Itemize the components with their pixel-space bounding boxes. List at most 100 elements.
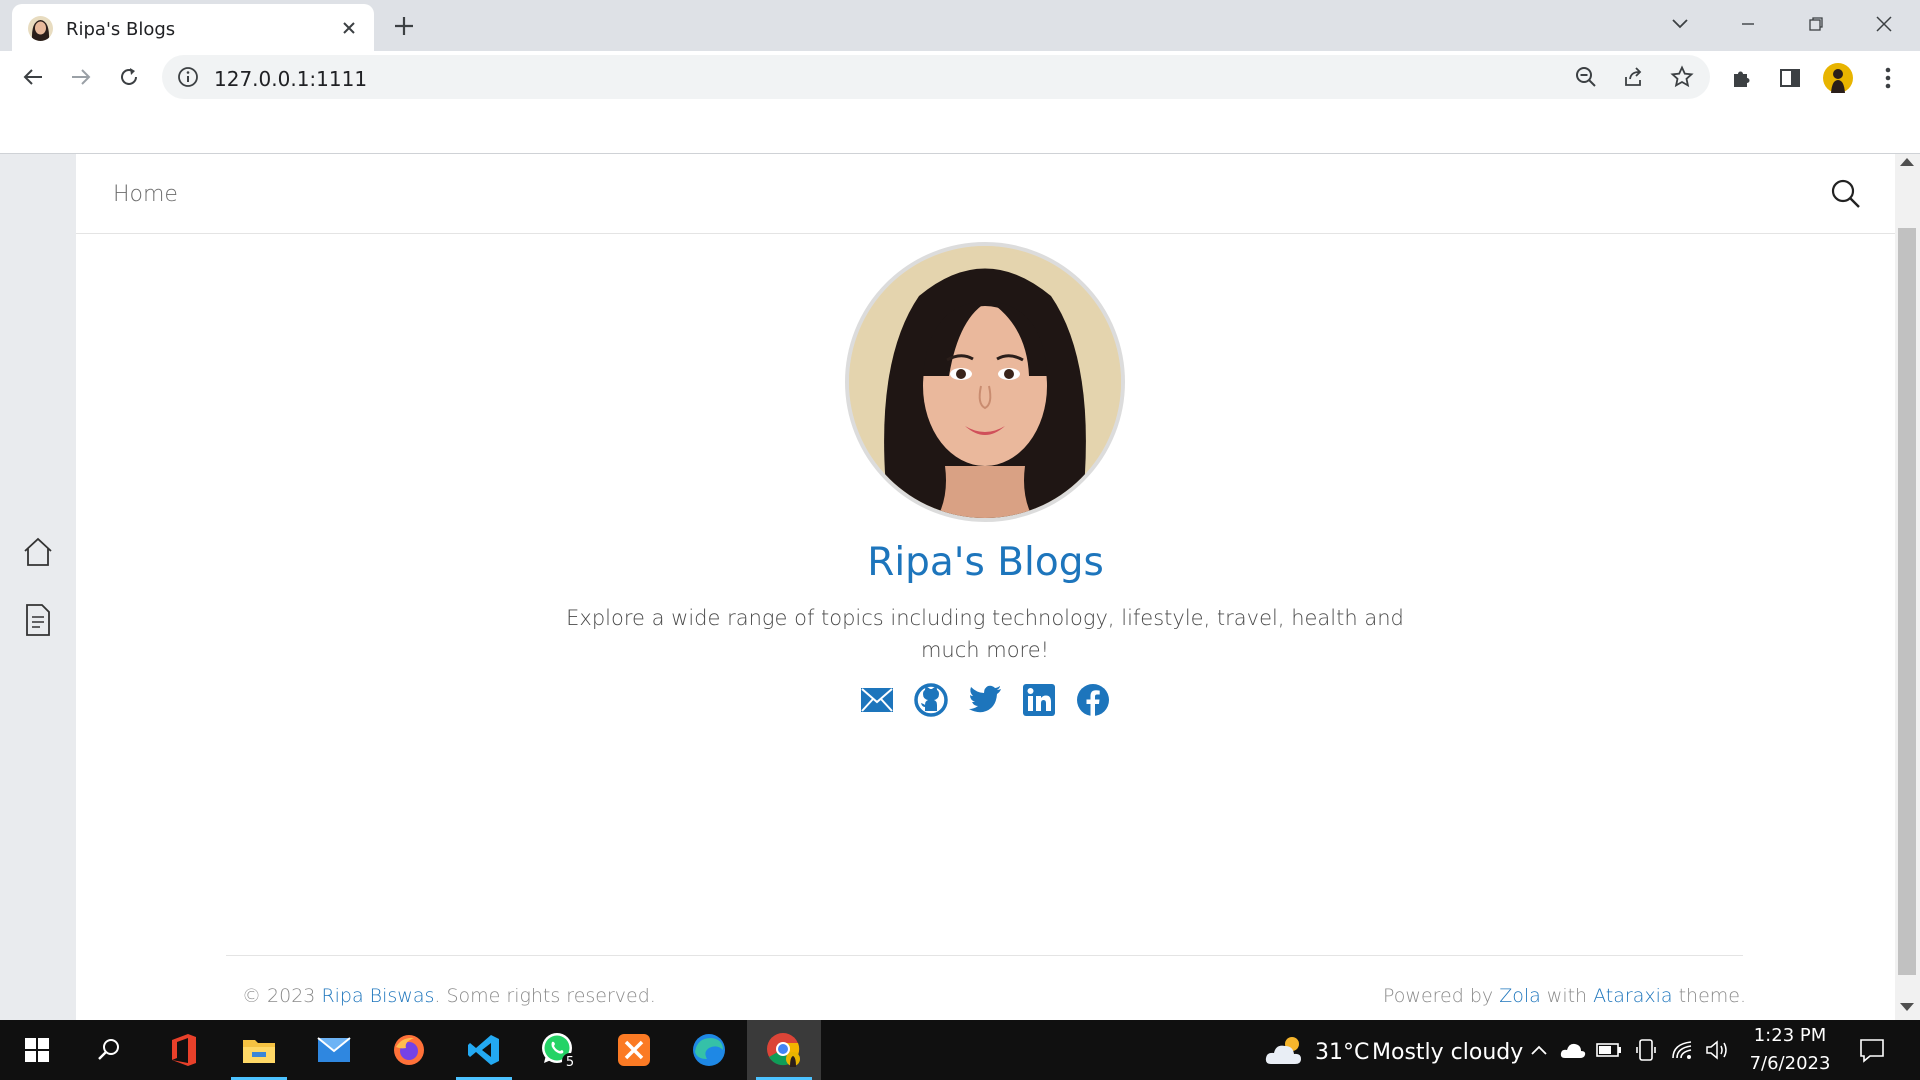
- bookmark-button[interactable]: [1668, 63, 1696, 91]
- social-github-link[interactable]: [911, 680, 951, 720]
- arrow-left-icon: [23, 69, 42, 85]
- windows-start-icon: [25, 1038, 49, 1062]
- chrome-icon: [767, 1033, 800, 1067]
- start-button[interactable]: [0, 1020, 74, 1080]
- chevron-up-icon: [1531, 1045, 1547, 1055]
- sidebar-document-button[interactable]: [18, 600, 58, 640]
- forward-button[interactable]: [63, 59, 99, 95]
- taskbar-vscode[interactable]: [447, 1020, 521, 1080]
- taskbar-mail[interactable]: [297, 1020, 371, 1080]
- sidebar-home-button[interactable]: [18, 532, 58, 572]
- close-icon: [1876, 16, 1892, 32]
- minimize-button[interactable]: [1722, 6, 1774, 42]
- plus-icon: [395, 17, 413, 35]
- notification-icon: [1860, 1039, 1884, 1063]
- side-panel-button[interactable]: [1775, 63, 1805, 93]
- social-linkedin-link[interactable]: [1019, 680, 1059, 720]
- browser-tab[interactable]: Ripa's Blogs: [12, 4, 374, 51]
- footer-divider: [226, 955, 1743, 956]
- clock-time[interactable]: 1:23 PM: [1740, 1025, 1840, 1046]
- taskbar-office[interactable]: [147, 1020, 221, 1080]
- taskbar-search-button[interactable]: [72, 1020, 146, 1080]
- xampp-icon: [618, 1034, 650, 1066]
- clock-date[interactable]: 7/6/2023: [1740, 1053, 1840, 1074]
- author-link[interactable]: Ripa Biswas: [321, 985, 434, 1007]
- powered-prefix: Powered by: [1383, 985, 1500, 1007]
- social-facebook-link[interactable]: [1073, 680, 1113, 720]
- file-explorer-icon: [243, 1040, 275, 1063]
- menu-button[interactable]: [1873, 63, 1903, 93]
- github-icon: [914, 683, 948, 717]
- taskbar-file-explorer[interactable]: [222, 1020, 296, 1080]
- blog-description: Explore a wide range of topics including…: [566, 606, 1404, 662]
- volume-tray[interactable]: [1704, 1036, 1732, 1064]
- tray-overflow-button[interactable]: [1525, 1036, 1553, 1064]
- tab-favicon-icon: [28, 16, 53, 41]
- tab-search-button[interactable]: [1654, 6, 1706, 42]
- restore-icon: [1809, 17, 1823, 31]
- reload-icon: [121, 68, 137, 85]
- taskbar-edge[interactable]: [672, 1020, 746, 1080]
- info-icon[interactable]: [176, 65, 200, 89]
- onedrive-tray[interactable]: [1559, 1036, 1587, 1064]
- share-icon: [1625, 67, 1642, 86]
- profile-button[interactable]: [1823, 63, 1853, 93]
- zola-link[interactable]: Zola: [1499, 985, 1541, 1007]
- address-bar[interactable]: 127.0.0.1:1111: [162, 55, 1710, 99]
- wifi-icon: [1672, 1041, 1692, 1059]
- edge-icon: [693, 1034, 725, 1066]
- browser-toolbar: 127.0.0.1:1111: [0, 51, 1920, 104]
- arrow-right-icon: [72, 69, 91, 85]
- scroll-down-arrow-icon[interactable]: [1900, 1003, 1914, 1011]
- vscode-icon: [468, 1035, 499, 1065]
- share-button[interactable]: [1620, 63, 1648, 91]
- document-icon: [26, 604, 50, 636]
- facebook-icon: [1077, 684, 1109, 716]
- footer-copyright: © 2023 Ripa Biswas. Some rights reserved…: [242, 985, 656, 1007]
- nav-home-link[interactable]: Home: [113, 182, 178, 207]
- blog-title[interactable]: Ripa's Blogs: [76, 540, 1895, 585]
- office-icon: [172, 1034, 196, 1066]
- site-navbar: Home: [76, 154, 1895, 234]
- linkedin-icon: [1023, 684, 1055, 716]
- social-twitter-link[interactable]: [965, 680, 1005, 720]
- zoom-button[interactable]: [1572, 63, 1600, 91]
- more-vert-icon: [1885, 67, 1891, 89]
- device-icon: [1636, 1039, 1656, 1061]
- email-icon: [861, 688, 893, 712]
- star-icon: [1670, 65, 1694, 88]
- twitter-icon: [969, 685, 1001, 713]
- battery-icon: [1596, 1043, 1621, 1057]
- url-text[interactable]: 127.0.0.1:1111: [214, 67, 367, 91]
- side-panel-icon: [1780, 69, 1800, 87]
- mail-icon: [317, 1037, 351, 1062]
- taskbar-chrome[interactable]: [747, 1020, 821, 1080]
- social-email-link[interactable]: [857, 680, 897, 720]
- weather-temperature[interactable]: 31°C: [1315, 1040, 1369, 1065]
- search-icon: [1831, 179, 1860, 208]
- back-button[interactable]: [15, 59, 51, 95]
- profile-avatar: [845, 242, 1125, 522]
- battery-tray[interactable]: [1595, 1036, 1623, 1064]
- taskbar-firefox[interactable]: [372, 1020, 446, 1080]
- extensions-button[interactable]: [1727, 63, 1757, 93]
- powered-suffix: theme.: [1672, 985, 1746, 1007]
- new-tab-button[interactable]: [388, 10, 420, 42]
- reload-button[interactable]: [111, 59, 147, 95]
- tab-strip: Ripa's Blogs: [0, 0, 1920, 51]
- tab-close-button[interactable]: [335, 14, 363, 42]
- device-tray[interactable]: [1632, 1036, 1660, 1064]
- scroll-up-arrow-icon[interactable]: [1900, 158, 1914, 166]
- notification-center-button[interactable]: [1856, 1034, 1888, 1066]
- taskbar-xampp[interactable]: [597, 1020, 671, 1080]
- restore-button[interactable]: [1790, 6, 1842, 42]
- site-search-button[interactable]: [1826, 174, 1866, 214]
- scrollbar-thumb[interactable]: [1898, 228, 1916, 975]
- taskbar-whatsapp[interactable]: 5: [522, 1020, 596, 1080]
- search-icon: [98, 1039, 119, 1060]
- window-close-button[interactable]: [1858, 6, 1910, 42]
- zoom-out-icon: [1576, 67, 1596, 87]
- ataraxia-link[interactable]: Ataraxia: [1593, 985, 1672, 1007]
- network-tray[interactable]: [1669, 1036, 1697, 1064]
- weather-description[interactable]: Mostly cloudy: [1372, 1040, 1523, 1065]
